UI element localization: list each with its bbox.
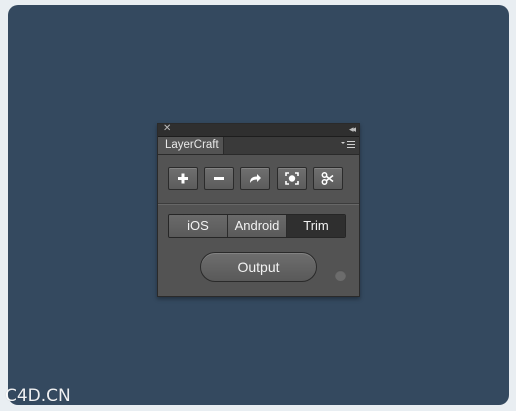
remove-button[interactable] [204,167,234,190]
segment-trim[interactable]: Trim [287,215,345,237]
segment-android[interactable]: Android [228,215,287,237]
add-button[interactable] [168,167,198,190]
platform-segmented-control: iOS Android Trim [168,214,346,238]
tab-layercraft[interactable]: LayerCraft [158,137,224,154]
plus-icon [178,173,188,184]
collapse-icon[interactable]: ◂◂ [349,123,356,135]
layercraft-panel: ✕ ◂◂ LayerCraft iOS Android Trim Output [157,123,360,297]
share-arrow-icon [250,174,261,183]
focus-button[interactable] [277,167,307,190]
panel-divider [158,203,359,205]
cut-button[interactable] [313,167,343,190]
output-button[interactable]: Output [200,252,317,282]
focus-frame-icon [285,172,299,185]
watermark: C4D.CN [5,386,71,406]
info-icon[interactable] [335,270,346,281]
minus-icon [214,177,224,180]
scissors-icon [321,172,334,185]
close-icon[interactable]: ✕ [163,123,171,135]
export-button[interactable] [240,167,270,190]
panel-tab-row: LayerCraft [158,137,359,155]
panel-titlebar: ✕ ◂◂ [158,123,359,137]
panel-menu-icon[interactable] [341,140,355,150]
segment-ios[interactable]: iOS [169,215,228,237]
